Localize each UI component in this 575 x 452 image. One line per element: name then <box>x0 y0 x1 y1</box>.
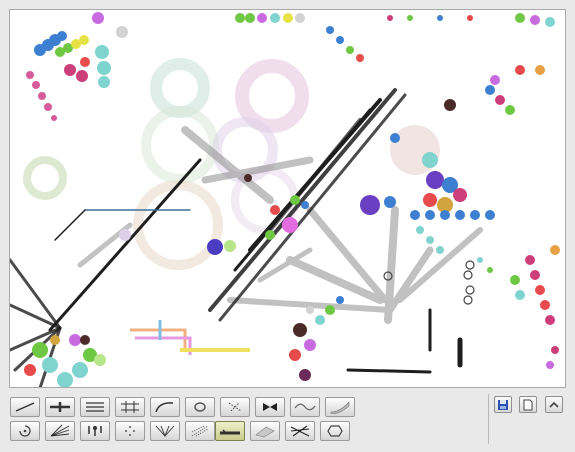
drips-tool-icon <box>88 426 102 436</box>
tool-ellipse[interactable] <box>185 397 215 417</box>
collapse-up-button[interactable] <box>545 396 563 413</box>
grid-tool-icon <box>121 401 139 413</box>
tool-crosshatch[interactable] <box>285 421 315 441</box>
collapse-up-icon <box>549 401 559 408</box>
tool-double-line[interactable] <box>45 397 75 417</box>
new-page-icon <box>523 399 533 410</box>
spiral-tool-icon <box>19 425 31 437</box>
scatter-tool-icon <box>228 402 242 412</box>
spray-tool-icon <box>191 425 209 437</box>
ellipse-tool-icon <box>194 402 206 412</box>
tool-bowtie[interactable] <box>255 397 285 417</box>
tool-brush[interactable] <box>215 421 245 441</box>
tool-wave[interactable] <box>290 397 320 417</box>
drawing-canvas[interactable] <box>9 9 566 388</box>
fan-lines-tool-icon <box>50 424 70 437</box>
new-page-button[interactable] <box>519 396 537 413</box>
tool-spray[interactable] <box>185 421 215 441</box>
smear-tool-icon <box>255 426 275 438</box>
parallel-lines-tool-icon <box>86 402 104 412</box>
tool-drips[interactable] <box>80 421 110 441</box>
tool-scatter[interactable] <box>220 397 250 417</box>
bowtie-tool-icon <box>263 403 277 411</box>
bracket-shapes <box>130 320 250 355</box>
canvas-artwork <box>10 12 560 387</box>
tool-parallel-lines[interactable] <box>80 397 110 417</box>
line-tool-icon <box>15 402 35 412</box>
crosshatch-tool-icon <box>290 425 310 437</box>
tool-ribbon[interactable] <box>325 397 355 417</box>
save-button[interactable] <box>494 396 512 413</box>
double-line-tool-icon <box>50 402 70 412</box>
converge-tool-icon <box>155 425 175 438</box>
tool-curve[interactable] <box>150 397 180 417</box>
tool-hexagon[interactable] <box>320 421 350 441</box>
toolbar-separator <box>488 394 489 444</box>
save-icon <box>498 399 508 410</box>
tool-fan-lines[interactable] <box>45 421 75 441</box>
tool-dots[interactable] <box>115 421 145 441</box>
app-window <box>0 0 575 452</box>
tool-line[interactable] <box>10 397 40 417</box>
brush-tool-icon <box>220 429 240 435</box>
ribbon-tool-icon <box>330 401 350 414</box>
wave-tool-icon <box>294 403 316 411</box>
tool-grid[interactable] <box>115 397 145 417</box>
hexagon-tool-icon <box>327 425 343 437</box>
ring-shapes <box>23 58 440 270</box>
tool-spiral[interactable] <box>10 421 40 441</box>
tool-smear[interactable] <box>250 421 280 441</box>
dots-tool-icon <box>125 426 135 436</box>
curve-tool-icon <box>155 402 174 413</box>
tool-converge[interactable] <box>150 421 180 441</box>
